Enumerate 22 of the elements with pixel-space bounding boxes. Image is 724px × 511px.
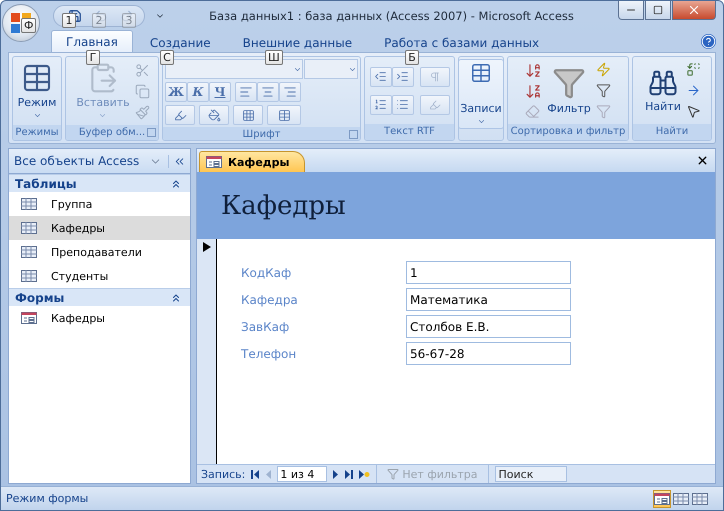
keytip-tooltip: 2 bbox=[92, 13, 106, 28]
window-title: База данных1 : база данных (Access 2007) - Microsoft Access bbox=[208, 8, 575, 22]
keytip-tooltip: 3 bbox=[122, 13, 136, 28]
form-title: Кафедры bbox=[221, 190, 346, 220]
keytip-tooltip: Ш bbox=[265, 50, 283, 65]
field-label: КодКаф bbox=[241, 266, 292, 280]
record-label: Запись: bbox=[201, 468, 246, 480]
field-label: ЗавКаф bbox=[241, 320, 290, 334]
keytip-tooltip: С bbox=[160, 50, 174, 65]
status-text: Режим формы bbox=[6, 492, 88, 505]
keytip-tooltip: 1 bbox=[62, 13, 76, 28]
keytip-tooltip: Ф bbox=[21, 18, 36, 33]
group-title: Текст RTF bbox=[365, 124, 454, 140]
group-title: Найти bbox=[633, 124, 711, 140]
group-title: Буфер обм... bbox=[66, 125, 158, 140]
field-label: Телефон bbox=[241, 346, 298, 360]
group-title: Сортировка и фильтр bbox=[508, 124, 628, 140]
field-label: Кафедра bbox=[241, 292, 299, 306]
keytip-tooltip: Г bbox=[86, 50, 100, 65]
group-title: Шрифт bbox=[163, 127, 360, 140]
keytip-tooltip: Б bbox=[405, 50, 419, 65]
group-title: Режимы bbox=[13, 125, 61, 140]
